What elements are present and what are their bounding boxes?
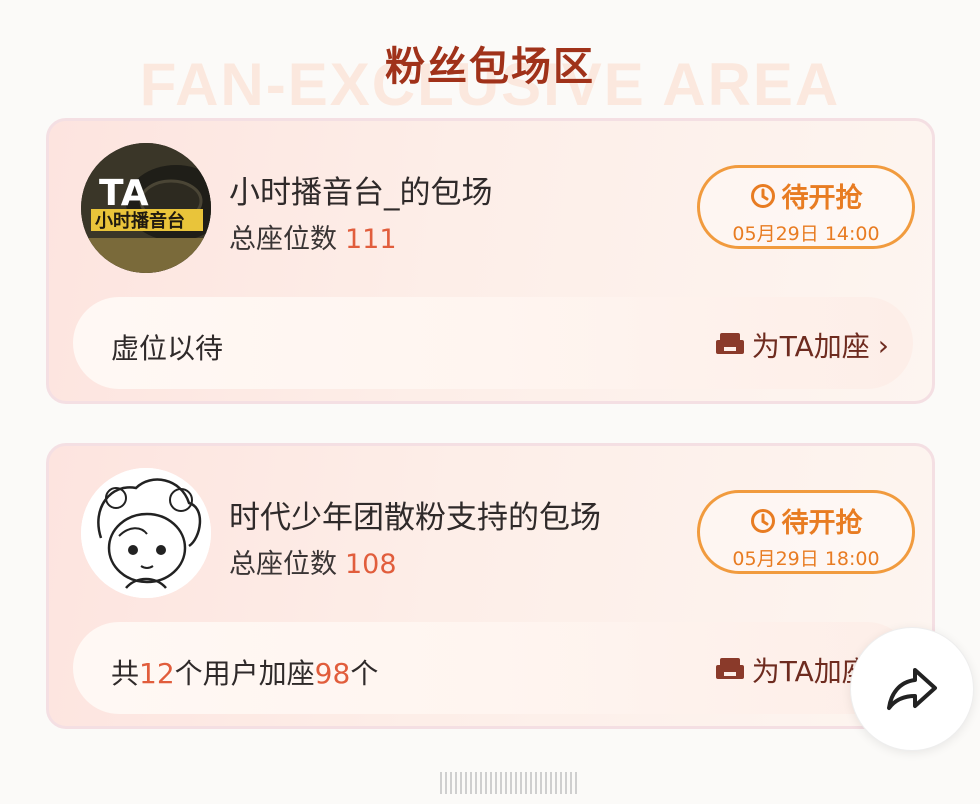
status-datetime: 05月29日 14:00 <box>732 223 880 245</box>
clock-icon <box>750 508 775 533</box>
seat-total: 总座位数 108 <box>229 542 397 581</box>
status-button[interactable]: 待开抢 05月29日 18:00 <box>697 490 915 574</box>
status-label: 待开抢 <box>781 183 863 214</box>
card-title: 小时播音台_的包场 <box>229 175 493 211</box>
seat-total-label: 总座位数 <box>229 549 337 580</box>
booking-card[interactable]: 时代少年团散粉支持的包场 总座位数 108 待开抢 05月29日 18:00 共1… <box>46 443 935 729</box>
seat-total-label: 总座位数 <box>229 224 337 255</box>
footer-seat-count: 98 <box>314 657 351 690</box>
clock-icon <box>750 183 775 208</box>
avatar-image-icon <box>81 468 211 598</box>
svg-text:TA: TA <box>99 173 149 214</box>
seat-total-count: 111 <box>345 224 397 255</box>
add-seat-button[interactable]: 为TA加座 › <box>714 325 889 365</box>
add-seat-label: 为TA加座 <box>751 330 870 363</box>
seat-total-count: 108 <box>345 549 397 580</box>
sofa-icon <box>715 333 744 354</box>
seat-total: 总座位数 111 <box>229 217 397 256</box>
chevron-right-icon: › <box>877 328 889 362</box>
share-icon <box>887 668 937 710</box>
card-footer: 虚位以待 为TA加座 › <box>73 297 913 389</box>
avatar-image-icon: TA 小时播音台 <box>81 143 211 273</box>
svg-text:小时播音台: 小时播音台 <box>95 210 185 232</box>
footer-suffix: 个 <box>350 657 379 690</box>
avatar[interactable]: TA 小时播音台 <box>81 143 211 273</box>
footer-text: 虚位以待 <box>111 332 224 365</box>
status-label: 待开抢 <box>781 508 863 539</box>
footer-prefix: 共 <box>111 657 140 690</box>
status-datetime: 05月29日 18:00 <box>732 548 880 570</box>
sofa-icon <box>715 658 744 679</box>
booking-card[interactable]: TA 小时播音台 小时播音台_的包场 总座位数 111 待开抢 05月29日 14… <box>46 118 935 404</box>
avatar[interactable] <box>81 468 211 598</box>
page-title: 粉丝包场区 <box>385 44 595 90</box>
footer-text: 共12个用户加座98个 <box>111 652 378 692</box>
card-title: 时代少年团散粉支持的包场 <box>229 500 601 536</box>
share-button[interactable] <box>850 627 974 751</box>
status-button[interactable]: 待开抢 05月29日 14:00 <box>697 165 915 249</box>
watermark <box>440 772 577 794</box>
fan-exclusive-page: FAN-EXCLUSIVE AREA 粉丝包场区 TA 小时播音台 小时播音台_… <box>0 0 980 804</box>
footer-middle: 个用户加座 <box>174 657 315 690</box>
footer-user-count: 12 <box>139 657 175 690</box>
card-footer: 共12个用户加座98个 为TA加座 › <box>73 622 913 714</box>
